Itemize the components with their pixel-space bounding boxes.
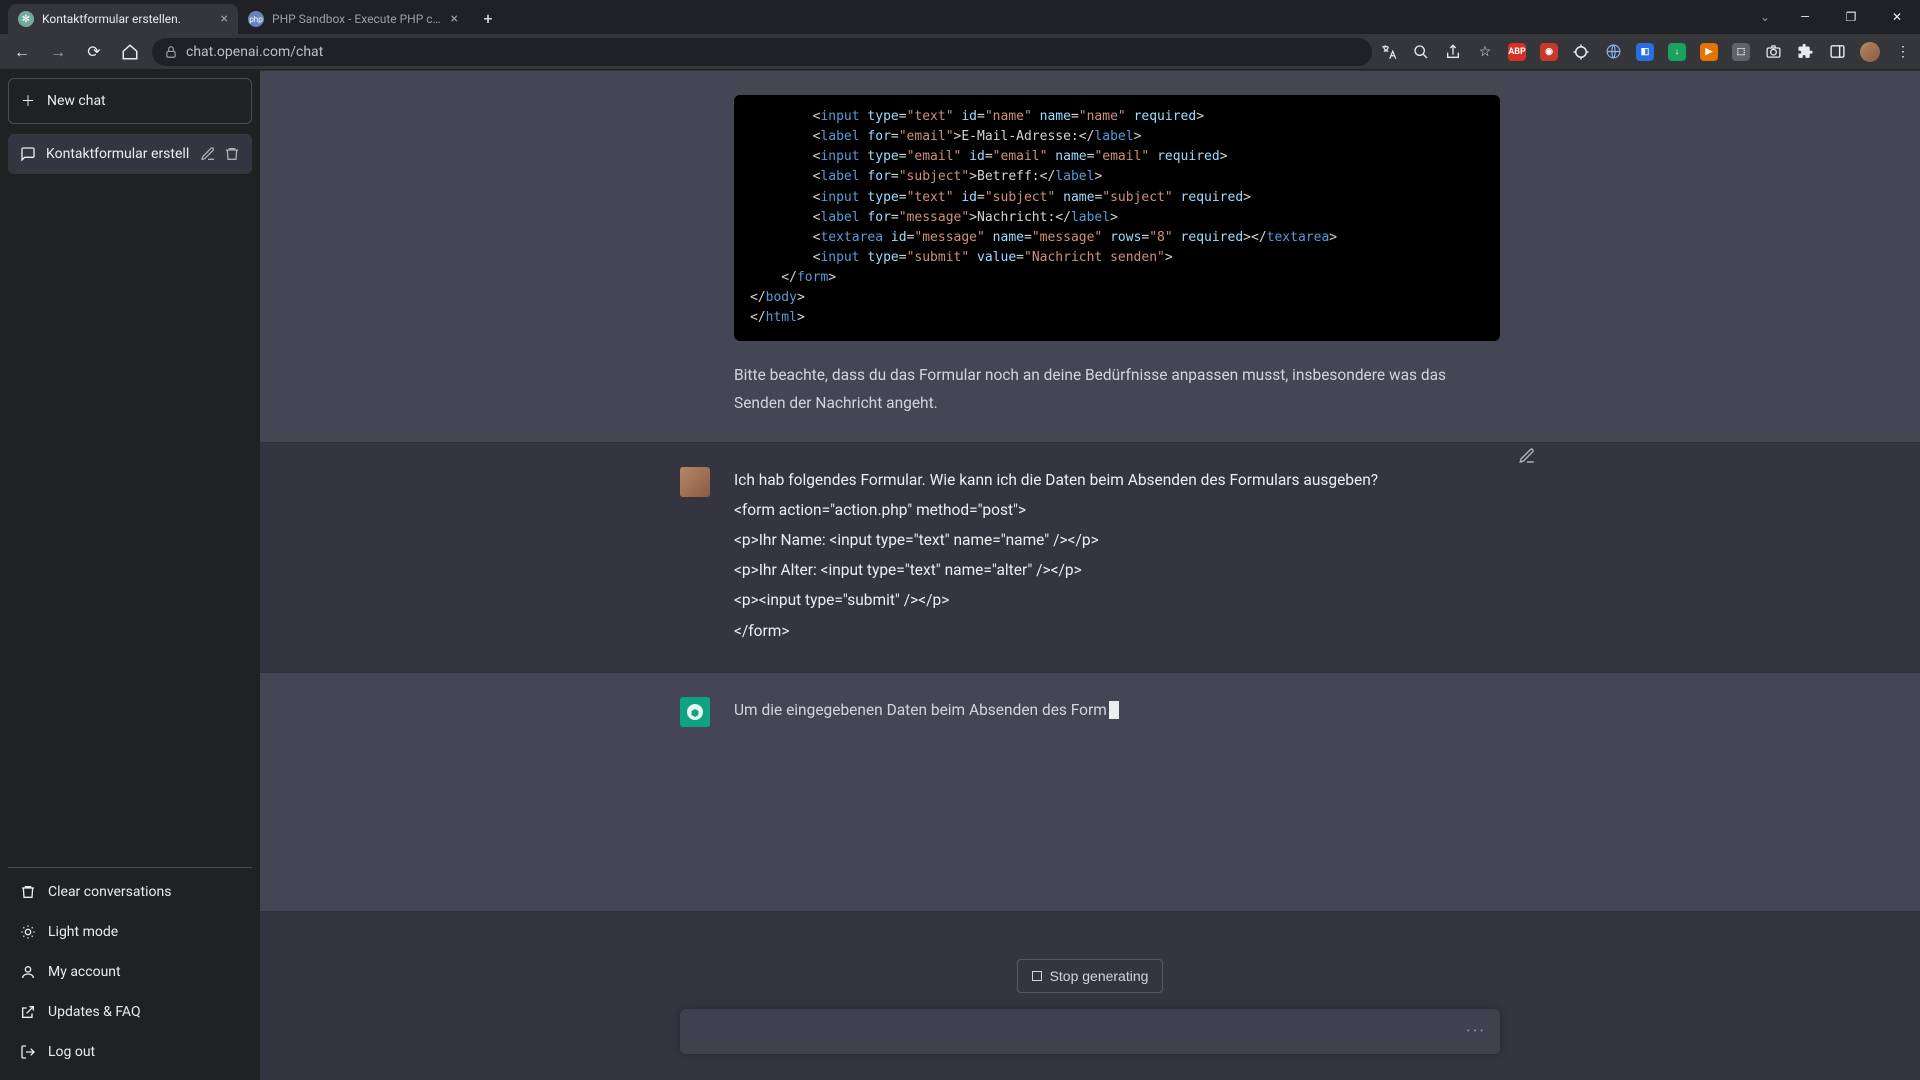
extension-gray-icon[interactable]: ⬚: [1732, 43, 1750, 61]
main-content: <input type="text" id="name" name="name"…: [260, 70, 1920, 1080]
assistant-avatar-icon: [680, 697, 710, 727]
user-question-text: Ich hab folgendes Formular. Wie kann ich…: [734, 467, 1500, 494]
forward-button[interactable]: →: [44, 38, 72, 66]
extension-circle-icon[interactable]: [1572, 43, 1590, 61]
lock-icon: [164, 45, 178, 59]
chat-list: Kontaktformular erstell: [8, 134, 252, 867]
extension-blue-icon[interactable]: ◧: [1636, 43, 1654, 61]
reload-button[interactable]: ⟳: [80, 38, 108, 66]
back-button[interactable]: ←: [8, 38, 36, 66]
message-assistant-1: <input type="text" id="name" name="name"…: [260, 70, 1920, 443]
typing-cursor-icon: [1109, 701, 1119, 719]
stop-label: Stop generating: [1050, 968, 1149, 984]
trash-icon[interactable]: [224, 146, 240, 162]
assistant-generating-text: Um die eingegebenen Daten beim Absenden …: [734, 701, 1107, 719]
light-mode-button[interactable]: Light mode: [8, 912, 252, 952]
message-body: Ich hab folgendes Formular. Wie kann ich…: [734, 467, 1500, 648]
message-body: <input type="text" id="name" name="name"…: [734, 95, 1500, 418]
conversation-scroll[interactable]: <input type="text" id="name" name="name"…: [260, 70, 1920, 1080]
logout-label: Log out: [48, 1044, 95, 1060]
tab-title: PHP Sandbox - Execute PHP cod: [272, 12, 443, 26]
address-bar: ← → ⟳ chat.openai.com/chat ☆ ABP ◉ ◧ ↓ ▶…: [0, 34, 1920, 70]
trash-icon: [20, 884, 36, 900]
input-area: Stop generating ···: [260, 959, 1920, 1080]
extensions-puzzle-icon[interactable]: [1796, 43, 1814, 61]
tab-title: Kontaktformular erstellen.: [42, 12, 213, 26]
zoom-icon[interactable]: [1412, 43, 1430, 61]
close-tab-icon[interactable]: ×: [451, 11, 458, 27]
translate-icon[interactable]: [1380, 43, 1398, 61]
user-code-line: <form action="action.php" method="post">: [734, 497, 1500, 524]
send-icon[interactable]: ···: [1466, 1021, 1486, 1042]
close-tab-icon[interactable]: ×: [221, 11, 228, 27]
user-code-line: <p>Ihr Name: <input type="text" name="na…: [734, 527, 1500, 554]
toolbar-icons: ☆ ABP ◉ ◧ ↓ ▶ ⬚ ⋮: [1380, 42, 1912, 62]
message-user-1: Ich hab folgendes Formular. Wie kann ich…: [260, 443, 1920, 672]
url-text: chat.openai.com/chat: [186, 44, 1360, 60]
external-link-icon: [20, 1004, 36, 1020]
message-body: Um die eingegebenen Daten beim Absenden …: [734, 697, 1500, 727]
my-account-button[interactable]: My account: [8, 952, 252, 992]
user-code-line: <p>Ihr Alter: <input type="text" name="a…: [734, 557, 1500, 584]
user-code-line: <p><input type="submit" /></p>: [734, 587, 1500, 614]
chat-input-container[interactable]: ···: [680, 1009, 1500, 1054]
plus-icon: ＋: [21, 91, 35, 111]
edit-icon[interactable]: [200, 146, 216, 162]
chat-item-title: Kontaktformular erstell: [46, 146, 190, 162]
tab-chatgpt[interactable]: ✻ Kontaktformular erstellen. ×: [8, 4, 238, 34]
url-field[interactable]: chat.openai.com/chat: [152, 38, 1372, 66]
share-icon[interactable]: [1444, 43, 1462, 61]
sidebar: ＋ New chat Kontaktformular erstell Clear…: [0, 70, 260, 1080]
chat-input-field[interactable]: [694, 1023, 1466, 1040]
extension-camera-icon[interactable]: [1764, 43, 1782, 61]
new-chat-button[interactable]: ＋ New chat: [8, 78, 252, 124]
php-favicon-icon: php: [248, 11, 264, 27]
clear-conversations-button[interactable]: Clear conversations: [8, 872, 252, 912]
updates-faq-button[interactable]: Updates & FAQ: [8, 992, 252, 1032]
new-tab-button[interactable]: +: [474, 4, 502, 32]
light-mode-label: Light mode: [48, 924, 118, 940]
app-root: ＋ New chat Kontaktformular erstell Clear…: [0, 70, 1920, 1080]
profile-avatar-icon[interactable]: [1860, 42, 1880, 62]
updates-label: Updates & FAQ: [48, 1004, 141, 1020]
window-controls: — ❐ ✕: [1782, 0, 1920, 34]
logout-button[interactable]: Log out: [8, 1032, 252, 1072]
new-chat-label: New chat: [47, 93, 106, 109]
sun-icon: [20, 924, 36, 940]
user-avatar-icon: [680, 467, 710, 497]
clear-label: Clear conversations: [48, 884, 171, 900]
account-label: My account: [48, 964, 121, 980]
sidebar-footer: Clear conversations Light mode My accoun…: [8, 867, 252, 1072]
tab-php-sandbox[interactable]: php PHP Sandbox - Execute PHP cod ×: [238, 4, 468, 34]
minimize-button[interactable]: —: [1782, 0, 1828, 34]
extension-ublock-icon[interactable]: ◉: [1540, 43, 1558, 61]
chat-item-kontaktformular[interactable]: Kontaktformular erstell: [8, 134, 252, 174]
user-code-line: </form>: [734, 618, 1500, 645]
logout-icon: [20, 1044, 36, 1060]
side-panel-icon[interactable]: [1828, 43, 1846, 61]
message-actions: [1518, 447, 1536, 469]
tab-strip: ✻ Kontaktformular erstellen. × php PHP S…: [8, 4, 502, 34]
chevron-down-icon[interactable]: ⌄: [1760, 10, 1770, 24]
close-window-button[interactable]: ✕: [1874, 0, 1920, 34]
maximize-button[interactable]: ❐: [1828, 0, 1874, 34]
home-button[interactable]: [116, 38, 144, 66]
extension-orange-icon[interactable]: ▶: [1700, 43, 1718, 61]
extension-abp-icon[interactable]: ABP: [1508, 43, 1526, 61]
extension-globe-icon[interactable]: [1604, 43, 1622, 61]
browser-titlebar: ✻ Kontaktformular erstellen. × php PHP S…: [0, 0, 1920, 34]
stop-generating-button[interactable]: Stop generating: [1017, 959, 1164, 993]
user-icon: [20, 964, 36, 980]
stop-square-icon: [1032, 971, 1042, 981]
chat-bubble-icon: [20, 146, 36, 162]
assistant-note-text: Bitte beachte, dass du das Formular noch…: [734, 361, 1500, 418]
edit-message-icon[interactable]: [1518, 447, 1536, 465]
extension-green-icon[interactable]: ↓: [1668, 43, 1686, 61]
message-assistant-2: Um die eingegebenen Daten beim Absenden …: [260, 672, 1920, 912]
bookmark-star-icon[interactable]: ☆: [1476, 43, 1494, 61]
openai-favicon-icon: ✻: [18, 11, 34, 27]
code-block-html[interactable]: <input type="text" id="name" name="name"…: [734, 95, 1500, 341]
menu-dots-icon[interactable]: ⋮: [1894, 43, 1912, 61]
